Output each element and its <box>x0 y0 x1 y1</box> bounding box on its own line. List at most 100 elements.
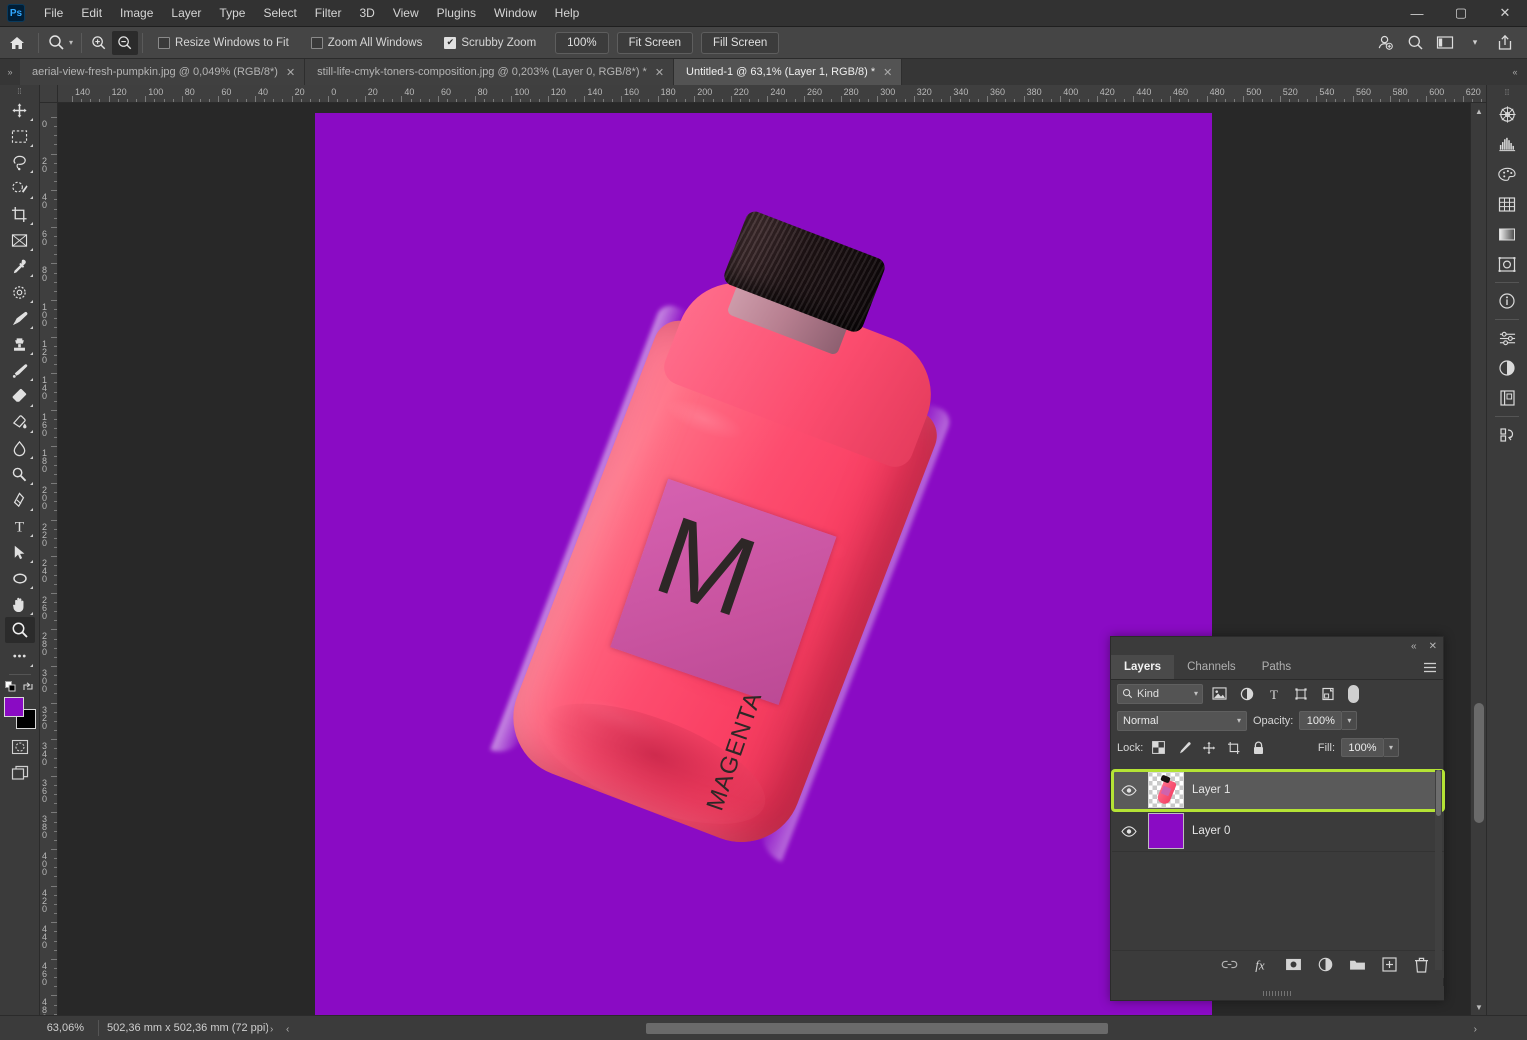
path-selection-tool[interactable] <box>5 539 35 565</box>
bottle-thumbnail[interactable] <box>1148 772 1184 808</box>
layers-list-scrollbar[interactable] <box>1435 770 1442 970</box>
horizontal-ruler[interactable]: 140 120 100 80 60 40 20 0 20 40 60 80 100 120 140 160 18… <box>58 85 1486 103</box>
layer-name[interactable]: Layer 1 <box>1192 784 1230 796</box>
histogram-icon[interactable] <box>1492 129 1522 159</box>
collapse-icon[interactable]: « <box>1411 641 1417 652</box>
frame-tool[interactable] <box>5 227 35 253</box>
minimize-button[interactable]: — <box>1395 0 1439 27</box>
status-expand-icon[interactable]: › <box>270 1024 273 1035</box>
search-icon[interactable] <box>1401 30 1429 56</box>
checkbox-box[interactable] <box>444 36 457 49</box>
zoom-tool-icon[interactable] <box>43 31 69 55</box>
chevron-down-icon[interactable]: ▾ <box>1461 30 1489 56</box>
pixel-filter-icon[interactable] <box>1209 684 1230 704</box>
scroll-down-icon[interactable]: ▼ <box>1471 999 1487 1015</box>
canvas-horizontal-scrollbar[interactable]: › ‹ › <box>268 1020 1485 1036</box>
home-icon[interactable] <box>0 27 34 59</box>
close-button[interactable]: ✕ <box>1483 0 1527 27</box>
brush-tool[interactable] <box>5 305 35 331</box>
scroll-left-icon[interactable]: ‹ <box>286 1024 289 1035</box>
color-swatches[interactable] <box>3 696 37 730</box>
document-tab-0[interactable]: aerial-view-fresh-pumpkin.jpg @ 0,049% (… <box>20 59 306 85</box>
scrubby-zoom-checkbox[interactable]: Scrubby Zoom <box>444 36 536 49</box>
gradient-tool[interactable] <box>5 409 35 435</box>
new-group-icon[interactable] <box>1348 956 1366 974</box>
menu-file[interactable]: File <box>35 2 72 24</box>
tool-preset-chevron-down-icon[interactable]: ▾ <box>69 38 73 47</box>
eraser-tool[interactable] <box>5 383 35 409</box>
zoom-level[interactable]: 63,06% <box>42 1022 90 1034</box>
lock-position-icon[interactable] <box>1199 738 1218 757</box>
checkbox-box[interactable] <box>310 36 323 49</box>
filter-toggle[interactable] <box>1348 684 1359 703</box>
tab-channels[interactable]: Channels <box>1174 655 1249 679</box>
actions-icon[interactable] <box>1492 420 1522 450</box>
menu-select[interactable]: Select <box>254 2 305 24</box>
fill-value[interactable]: 100% <box>1341 738 1384 757</box>
screen-mode-icon[interactable] <box>5 760 35 786</box>
chevron-down-icon[interactable]: ▾ <box>1237 716 1241 725</box>
shapes-icon[interactable] <box>1492 249 1522 279</box>
ruler-corner[interactable] <box>40 85 58 103</box>
lock-transparent-pixels-icon[interactable] <box>1149 738 1168 757</box>
canvas-vertical-scrollbar[interactable]: ▲ ▼ <box>1470 103 1486 1015</box>
opacity-chevron-down-icon[interactable]: ▾ <box>1342 711 1358 730</box>
quick-mask-icon[interactable] <box>5 734 35 760</box>
adjustment-filter-icon[interactable] <box>1236 684 1257 704</box>
type-tool[interactable]: T <box>5 513 35 539</box>
share-user-icon[interactable] <box>1371 30 1399 56</box>
layer-style-fx-icon[interactable]: fx <box>1252 956 1270 974</box>
color-wheel-icon[interactable] <box>1492 99 1522 129</box>
menu-3d[interactable]: 3D <box>350 2 383 24</box>
zoom-all-windows-checkbox[interactable]: Zoom All Windows <box>310 36 422 49</box>
purple-solid-thumbnail[interactable] <box>1148 813 1184 849</box>
blend-mode-select[interactable]: Normal ▾ <box>1117 710 1247 731</box>
close-icon[interactable]: ✕ <box>1429 641 1437 652</box>
menu-edit[interactable]: Edit <box>72 2 111 24</box>
adjustments-icon[interactable] <box>1492 323 1522 353</box>
blur-tool[interactable] <box>5 435 35 461</box>
pattern-grid-icon[interactable] <box>1492 189 1522 219</box>
scrollbar-thumb[interactable] <box>1436 770 1441 816</box>
menu-filter[interactable]: Filter <box>306 2 351 24</box>
opacity-value[interactable]: 100% <box>1299 711 1343 730</box>
chevron-down-icon[interactable]: ▾ <box>1194 689 1198 698</box>
document-tab-2[interactable]: Untitled-1 @ 63,1% (Layer 1, RGB/8) * ✕ <box>674 59 903 85</box>
eyedropper-tool[interactable] <box>5 253 35 279</box>
fill-chevron-down-icon[interactable]: ▾ <box>1384 738 1399 757</box>
close-icon[interactable]: ✕ <box>883 66 892 79</box>
layer-visibility-eye-icon[interactable] <box>1118 825 1140 837</box>
add-layer-mask-icon[interactable] <box>1284 956 1302 974</box>
panel-resize-handle[interactable] <box>1112 986 1444 1000</box>
libraries-icon[interactable] <box>1492 383 1522 413</box>
close-icon[interactable]: ✕ <box>286 66 295 79</box>
zoom-in-icon[interactable] <box>86 31 112 55</box>
history-brush-tool[interactable] <box>5 357 35 383</box>
smart-object-filter-icon[interactable] <box>1317 684 1338 704</box>
lock-artboard-nesting-icon[interactable] <box>1224 738 1243 757</box>
pen-tool[interactable] <box>5 487 35 513</box>
fill-screen-button[interactable]: Fill Screen <box>701 31 780 54</box>
artboard[interactable]: M MAGENTA <box>315 113 1212 1015</box>
zoom-out-icon[interactable] <box>112 30 139 55</box>
delete-layer-icon[interactable] <box>1412 956 1430 974</box>
type-filter-icon[interactable]: T <box>1263 684 1284 704</box>
layer-row-layer-0[interactable]: Layer 0 <box>1112 811 1444 852</box>
checkbox-box[interactable] <box>158 36 171 49</box>
scroll-up-icon[interactable]: ▲ <box>1471 103 1487 119</box>
hand-tool[interactable] <box>5 591 35 617</box>
move-tool[interactable] <box>5 97 35 123</box>
export-icon[interactable] <box>1491 30 1519 56</box>
rectangular-marquee-tool[interactable] <box>5 123 35 149</box>
ellipse-tool[interactable] <box>5 565 35 591</box>
menu-view[interactable]: View <box>384 2 428 24</box>
new-adjustment-layer-icon[interactable] <box>1316 956 1334 974</box>
object-selection-tool[interactable] <box>5 175 35 201</box>
layer-visibility-eye-icon[interactable] <box>1118 784 1140 796</box>
close-icon[interactable]: ✕ <box>655 66 664 79</box>
spot-healing-brush-tool[interactable] <box>5 279 35 305</box>
tabbar-collapse-icon[interactable]: » <box>0 59 20 85</box>
lasso-tool[interactable] <box>5 149 35 175</box>
menu-image[interactable]: Image <box>111 2 162 24</box>
workspace-icon[interactable] <box>1431 30 1459 56</box>
